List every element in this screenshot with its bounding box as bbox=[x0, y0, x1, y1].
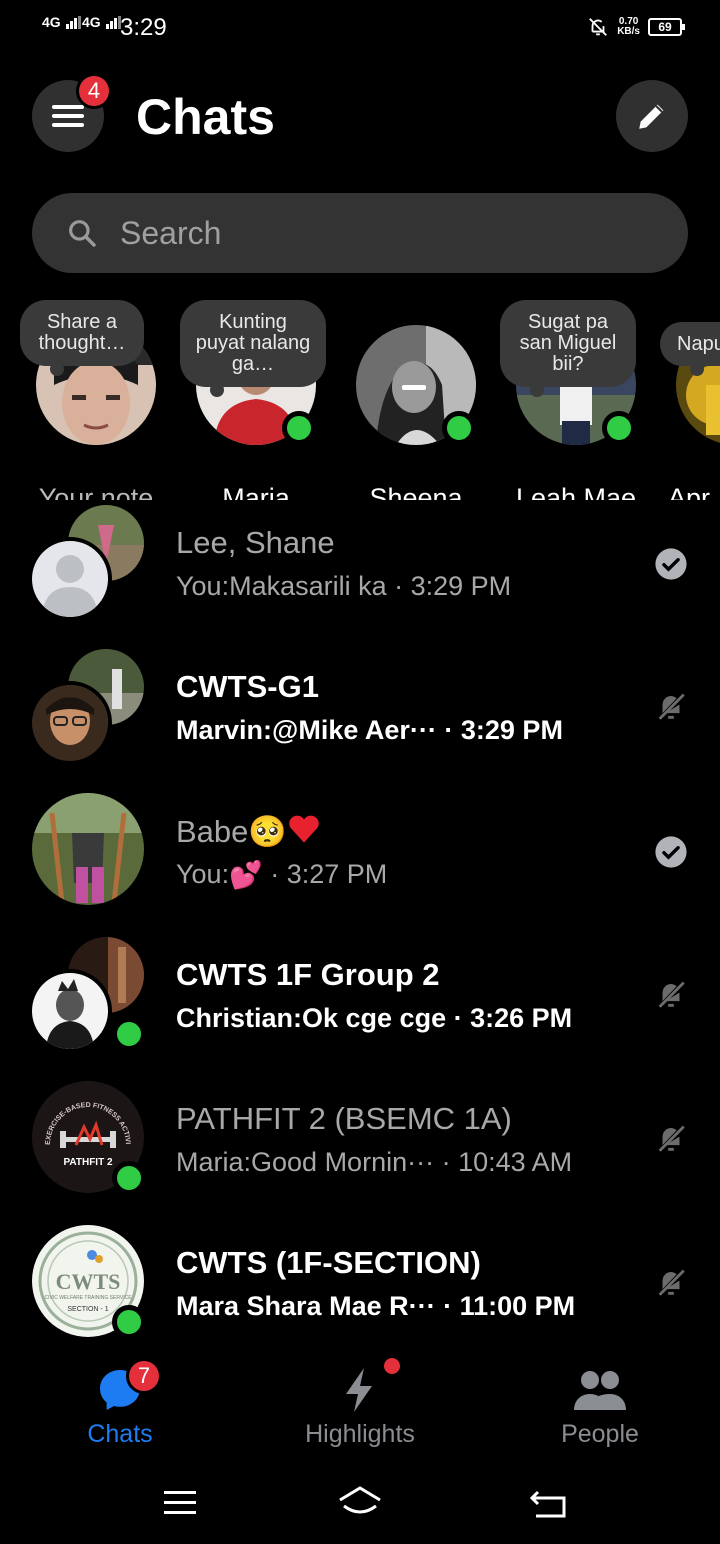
sim2-label: 4G bbox=[82, 14, 101, 30]
muted-bell-icon bbox=[658, 1125, 685, 1152]
chats-unread-badge: 7 bbox=[126, 1358, 162, 1394]
chat-title: CWTS 1F Group 2 bbox=[176, 957, 440, 992]
menu-badge: 4 bbox=[76, 73, 112, 109]
group-avatar bbox=[28, 649, 144, 765]
avatar bbox=[28, 969, 112, 1053]
home-icon[interactable] bbox=[336, 1484, 384, 1520]
tab-highlights[interactable]: Highlights bbox=[240, 1352, 480, 1462]
battery-indicator: 69 bbox=[648, 18, 685, 36]
dnd-bell-icon bbox=[589, 18, 608, 36]
note-name: Apr bbox=[668, 483, 711, 500]
pencil-icon bbox=[639, 104, 664, 129]
note-bubble: Sugat pa san Miguel bii? bbox=[500, 300, 636, 397]
avatar-wrap: EXERCISE-BASED FITNESS ACTIVITIES PATHFI… bbox=[32, 1081, 146, 1195]
muted-bell-icon bbox=[658, 981, 685, 1008]
note-item-sheena[interactable]: Sheena bbox=[356, 325, 476, 500]
chat-row[interactable]: Babe🥺 You: 💕 · 3:27 PM bbox=[0, 793, 720, 937]
tab-chats[interactable]: 7 Chats bbox=[0, 1352, 240, 1462]
chat-preview: Mara Shara Mae R··· · 11:00 PM bbox=[176, 1291, 576, 1321]
note-bubble: Share a thought… bbox=[20, 300, 144, 376]
tab-label: Highlights bbox=[305, 1420, 415, 1448]
note-bubble: Kunting puyat nalang ga… bbox=[180, 300, 326, 397]
note-name: Leah Mae bbox=[515, 483, 637, 500]
chat-row[interactable]: CWTS-G1 Marvin: @Mike Aer··· · 3:29 PM bbox=[0, 649, 720, 793]
avatar bbox=[28, 537, 112, 621]
chat-title: PATHFIT 2 (BSEMC 1A) bbox=[176, 1101, 512, 1136]
svg-text:CWTS: CWTS bbox=[56, 1269, 121, 1294]
compose-button[interactable] bbox=[616, 80, 688, 152]
network-speed: 0.70 KB/s bbox=[617, 16, 640, 37]
chat-title: Babe🥺 bbox=[176, 813, 321, 850]
sim1-label: 4G bbox=[42, 14, 61, 30]
people-icon bbox=[574, 1371, 626, 1410]
read-check-icon bbox=[655, 836, 687, 868]
muted-bell-icon bbox=[658, 693, 685, 720]
online-indicator bbox=[112, 1305, 146, 1339]
online-indicator bbox=[112, 1017, 146, 1051]
chat-row[interactable]: Lee, Shane You: Makasarili ka · 3:29 PM bbox=[0, 505, 720, 649]
signal-bars-icon bbox=[65, 16, 82, 32]
chat-preview: Christian: Ok cge cge · 3:26 PM bbox=[176, 1003, 573, 1033]
chat-title: CWTS (1F-SECTION) bbox=[176, 1245, 481, 1280]
chat-row[interactable]: CWTS 1F Group 2 Christian: Ok cge cge · … bbox=[0, 937, 720, 1081]
online-indicator bbox=[282, 411, 316, 445]
pleading-face-emoji: 🥺 bbox=[248, 814, 288, 849]
chat-title: CWTS-G1 bbox=[176, 669, 319, 704]
recents-icon[interactable] bbox=[162, 1488, 198, 1518]
search-bar[interactable] bbox=[32, 193, 688, 273]
note-name: Your note bbox=[38, 483, 154, 500]
lightning-icon bbox=[346, 1368, 372, 1412]
avatar bbox=[28, 681, 112, 765]
online-indicator bbox=[112, 1161, 146, 1195]
chat-title: Lee, Shane bbox=[176, 525, 335, 560]
chat-preview: Maria: Good Mornin··· · 10:43 AM bbox=[176, 1147, 573, 1177]
page-title: Chats bbox=[136, 89, 275, 145]
search-input[interactable] bbox=[120, 193, 660, 273]
back-icon[interactable] bbox=[530, 1486, 568, 1520]
svg-text:PATHFIT 2: PATHFIT 2 bbox=[63, 1157, 113, 1168]
avatar-wrap bbox=[32, 793, 144, 905]
hamburger-icon bbox=[52, 100, 84, 132]
note-bubble: Napu bbox=[660, 322, 720, 376]
note-name: Sheena bbox=[369, 483, 463, 500]
note-name: Maria bbox=[222, 483, 290, 500]
chat-row[interactable]: CWTS CIVIC WELFARE TRAINING SERVICE SECT… bbox=[0, 1225, 720, 1369]
tab-label: People bbox=[561, 1420, 639, 1448]
chat-row[interactable]: EXERCISE-BASED FITNESS ACTIVITIES PATHFI… bbox=[0, 1081, 720, 1225]
tab-label: Chats bbox=[87, 1420, 153, 1448]
bottom-nav: 7 Chats Highlights People bbox=[0, 1352, 720, 1462]
red-heart-icon bbox=[289, 815, 319, 843]
chat-preview: Marvin: @Mike Aer··· · 3:29 PM bbox=[176, 715, 563, 745]
notification-dot bbox=[384, 1358, 400, 1374]
avatar bbox=[32, 793, 144, 905]
sim1-signal: 4G bbox=[42, 14, 82, 32]
muted-bell-icon bbox=[658, 1269, 685, 1296]
online-indicator bbox=[602, 411, 636, 445]
search-icon bbox=[69, 220, 96, 247]
status-bar: 4G 4G 3:29 0.70 KB/s 69 bbox=[0, 0, 720, 56]
notes-row: Your note Share a thought… Maria Kunting… bbox=[0, 300, 720, 500]
avatar-wrap: CWTS CIVIC WELFARE TRAINING SERVICE SECT… bbox=[32, 1225, 146, 1339]
group-avatar bbox=[28, 937, 146, 1053]
system-nav-bar bbox=[0, 1462, 720, 1544]
read-check-icon bbox=[655, 548, 687, 580]
group-avatar bbox=[28, 505, 144, 621]
clock: 3:29 bbox=[120, 14, 167, 41]
online-indicator bbox=[442, 411, 476, 445]
chat-preview: You: 💕 · 3:27 PM bbox=[176, 859, 388, 890]
svg-text:CIVIC WELFARE TRAINING SERVICE: CIVIC WELFARE TRAINING SERVICE bbox=[44, 1295, 132, 1301]
sim2-signal: 4G bbox=[82, 14, 122, 32]
tab-people[interactable]: People bbox=[480, 1352, 720, 1462]
chat-preview: You: Makasarili ka · 3:29 PM bbox=[176, 571, 512, 601]
svg-text:SECTION - 1: SECTION - 1 bbox=[67, 1306, 108, 1313]
